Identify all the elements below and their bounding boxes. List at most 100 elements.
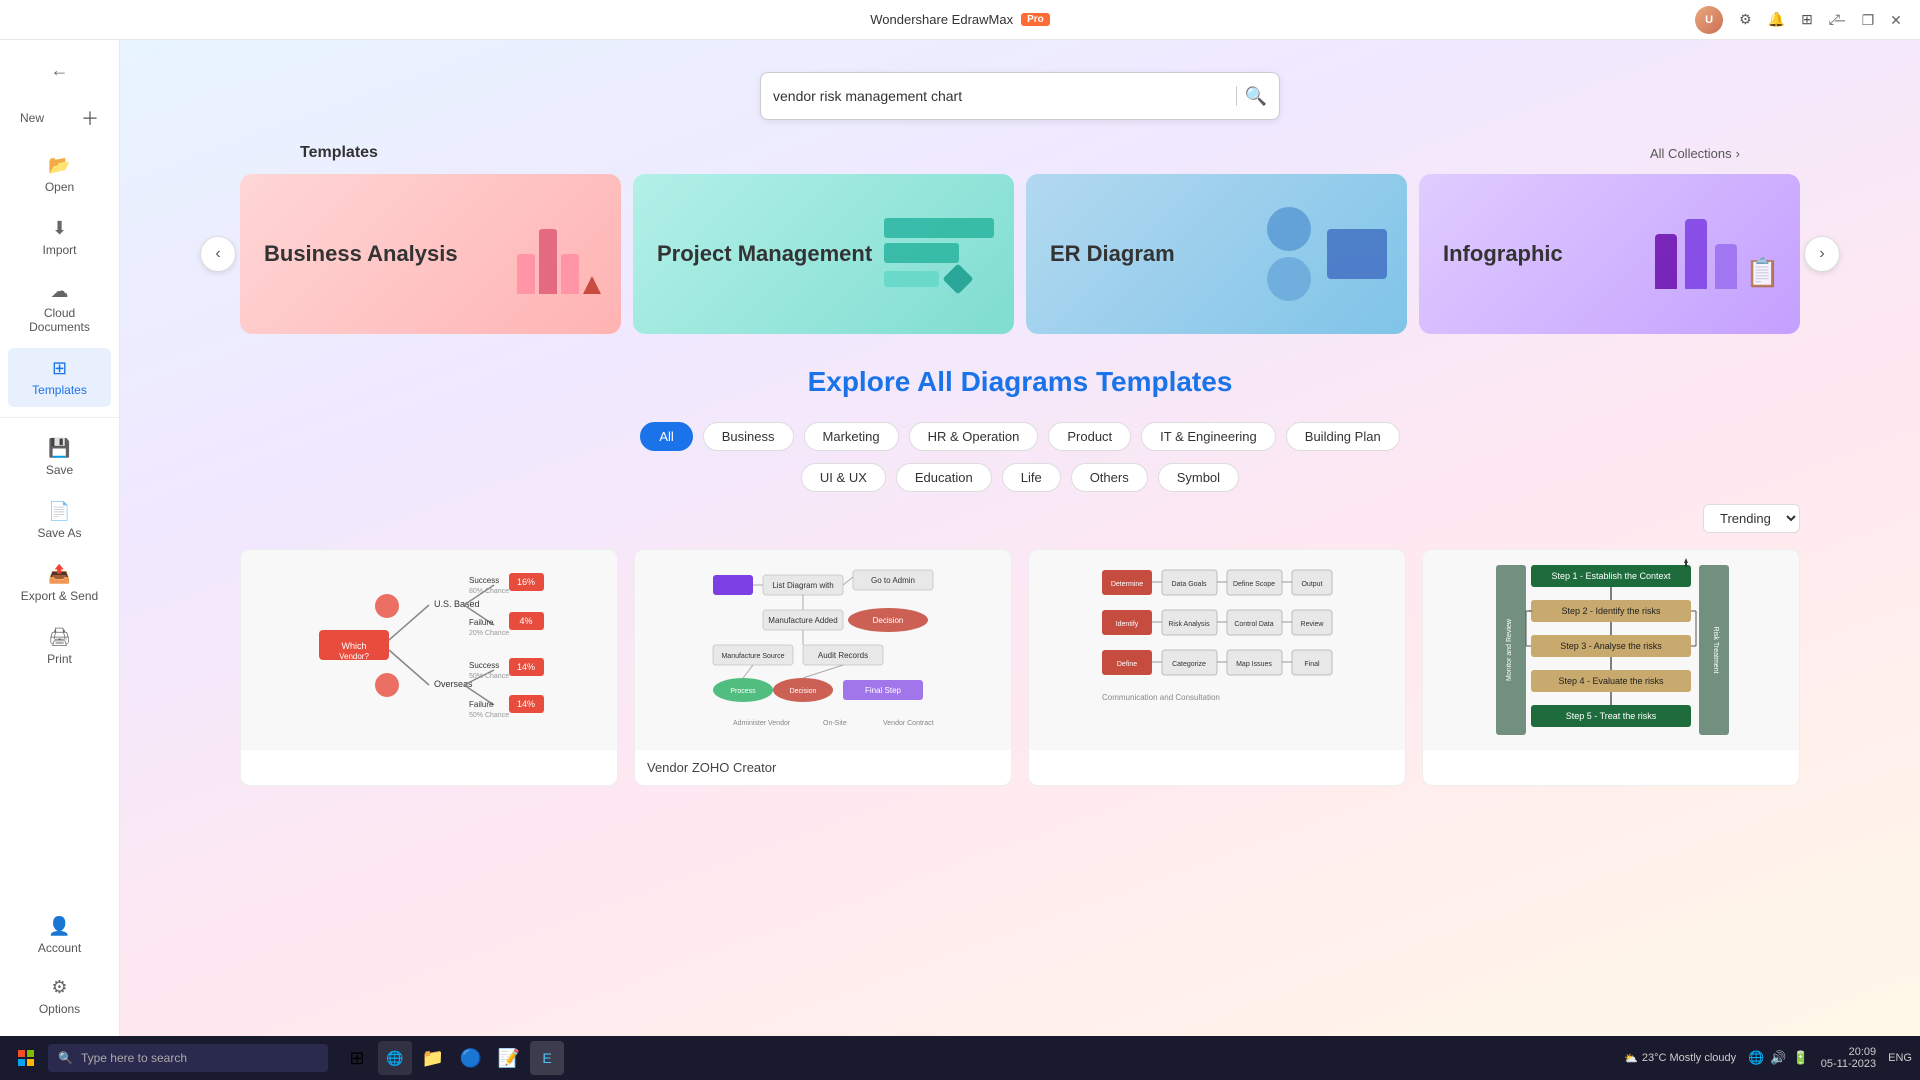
filter-chip-education[interactable]: Education: [896, 463, 992, 492]
grid-icon[interactable]: ⊞: [1801, 11, 1813, 28]
svg-text:50% Chance: 50% Chance: [469, 712, 509, 719]
open-label: Open: [45, 180, 74, 194]
template-card-img-1: Which Vendor? U.S. Based Success 80% Cha…: [241, 550, 617, 750]
title-bar-icons: U ⚙ 🔔 ⊞ ⤢: [1695, 6, 1840, 34]
bell-icon[interactable]: 🔔: [1768, 11, 1785, 28]
taskbar-lang: ENG: [1888, 1052, 1912, 1064]
sort-select[interactable]: Trending Newest Popular: [1703, 504, 1800, 533]
close-button[interactable]: ✕: [1888, 12, 1904, 28]
battery-icon[interactable]: 🔋: [1793, 1050, 1809, 1066]
filter-chip-uiux[interactable]: UI & UX: [801, 463, 886, 492]
filter-chip-life[interactable]: Life: [1002, 463, 1061, 492]
filter-chip-business[interactable]: Business: [703, 422, 794, 451]
flowchart-svg: List Diagram with Go to Admin Manufactur…: [703, 555, 943, 745]
window-controls: ─ ❐ ✕: [1832, 12, 1904, 28]
process-flow-svg: Determine Data Goals Define Scope Output…: [1097, 555, 1337, 745]
taskbar-search-box[interactable]: 🔍 Type here to search: [48, 1044, 328, 1072]
cloud-label: Cloud Documents: [16, 306, 103, 334]
sidebar-item-cloud[interactable]: ☁ Cloud Documents: [8, 271, 111, 344]
sidebar-item-templates[interactable]: ⊞ Templates: [8, 348, 111, 407]
svg-text:Map Issues: Map Issues: [1236, 661, 1272, 668]
er-diagram-icon: [1267, 207, 1387, 301]
svg-text:Audit Records: Audit Records: [818, 651, 868, 660]
svg-text:16%: 16%: [517, 577, 535, 587]
sidebar-item-account[interactable]: 👤 Account: [8, 906, 111, 965]
template-card-4[interactable]: Step 1 - Establish the Context Monitor a…: [1422, 549, 1800, 786]
taskbar-app-task-view[interactable]: ⊞: [340, 1041, 374, 1075]
user-avatar[interactable]: U: [1695, 6, 1723, 34]
svg-text:Success: Success: [469, 661, 499, 670]
filter-chip-others[interactable]: Others: [1071, 463, 1148, 492]
svg-text:50% Chance: 50% Chance: [469, 673, 509, 680]
sidebar-item-save-as[interactable]: 📄 Save As: [8, 491, 111, 550]
svg-text:Communication and Consultation: Communication and Consultation: [1102, 693, 1220, 702]
filter-chip-product[interactable]: Product: [1048, 422, 1131, 451]
network-icon[interactable]: 🌐: [1748, 1050, 1764, 1066]
template-card-label-4: [1423, 750, 1799, 770]
taskbar-right: ⛅ 23°C Mostly cloudy 🌐 🔊 🔋 20:09 05-11-2…: [1624, 1046, 1912, 1070]
carousel-card-infographic[interactable]: Infographic 📋: [1419, 174, 1800, 334]
sidebar-item-new[interactable]: New ＋: [8, 95, 111, 141]
save-as-icon: 📄: [48, 501, 70, 522]
carousel-card-er[interactable]: ER Diagram: [1026, 174, 1407, 334]
svg-text:Define: Define: [1117, 661, 1137, 668]
sidebar-item-export[interactable]: 📤 Export & Send: [8, 554, 111, 613]
svg-text:Administer Vendor: Administer Vendor: [733, 720, 791, 727]
template-card-2[interactable]: List Diagram with Go to Admin Manufactur…: [634, 549, 1012, 786]
filter-chip-all[interactable]: All: [640, 422, 692, 451]
template-card-1[interactable]: Which Vendor? U.S. Based Success 80% Cha…: [240, 549, 618, 786]
filter-chip-hr[interactable]: HR & Operation: [909, 422, 1039, 451]
svg-text:On-Site: On-Site: [823, 720, 847, 727]
maximize-button[interactable]: ❐: [1860, 12, 1876, 28]
filter-chip-building[interactable]: Building Plan: [1286, 422, 1400, 451]
carousel-next-button[interactable]: ›: [1804, 236, 1840, 272]
carousel-card-label-er: ER Diagram: [1050, 241, 1175, 267]
settings-icon[interactable]: ⚙: [1739, 11, 1752, 28]
search-input[interactable]: [773, 88, 1228, 104]
sidebar-bottom: 👤 Account ⚙ Options: [0, 904, 119, 1028]
svg-text:Review: Review: [1301, 621, 1325, 628]
taskbar: 🔍 Type here to search ⊞ 🌐 📁 🔵 📝 E ⛅ 23°C…: [0, 1036, 1920, 1080]
template-card-3[interactable]: Determine Data Goals Define Scope Output…: [1028, 549, 1406, 786]
weather-icon: ⛅: [1624, 1052, 1638, 1065]
search-button[interactable]: 🔍: [1245, 86, 1267, 107]
taskbar-app-files[interactable]: 📁: [416, 1041, 450, 1075]
windows-start-button[interactable]: [8, 1040, 44, 1076]
all-collections-link[interactable]: All Collections ›: [1650, 146, 1740, 161]
cloud-icon: ☁: [51, 281, 69, 302]
taskbar-app-edraw[interactable]: E: [530, 1041, 564, 1075]
template-card-label-2: Vendor ZOHO Creator: [635, 750, 1011, 785]
sidebar-item-import[interactable]: ⬇ Import: [8, 208, 111, 267]
taskbar-app-chrome[interactable]: 🌐: [378, 1041, 412, 1075]
templates-label: Templates: [32, 383, 87, 397]
carousel-card-label-business: Business Analysis: [264, 241, 458, 267]
carousel-card-project[interactable]: Project Management: [633, 174, 1014, 334]
svg-text:Final Step: Final Step: [865, 686, 902, 695]
sidebar-item-save[interactable]: 💾 Save: [8, 428, 111, 487]
filter-chip-it[interactable]: IT & Engineering: [1141, 422, 1276, 451]
svg-text:Categorize: Categorize: [1172, 661, 1206, 668]
sidebar-item-options[interactable]: ⚙ Options: [8, 967, 111, 1026]
filter-chip-marketing[interactable]: Marketing: [804, 422, 899, 451]
account-icon: 👤: [48, 916, 70, 937]
sidebar-back-button[interactable]: ←: [8, 50, 111, 91]
taskbar-search-text: Type here to search: [81, 1051, 187, 1065]
svg-text:Failure: Failure: [469, 700, 494, 709]
volume-icon[interactable]: 🔊: [1770, 1050, 1786, 1066]
sidebar-item-print[interactable]: 🖨 Print: [8, 617, 111, 676]
carousel-prev-button[interactable]: ‹: [200, 236, 236, 272]
taskbar-app-word[interactable]: 📝: [492, 1041, 526, 1075]
taskbar-app-edge[interactable]: 🔵: [454, 1041, 488, 1075]
svg-text:Step 3 - Analyse the risks: Step 3 - Analyse the risks: [1560, 641, 1662, 651]
carousel-card-business[interactable]: Business Analysis: [240, 174, 621, 334]
svg-text:Define Scope: Define Scope: [1233, 581, 1275, 588]
svg-text:Data Goals: Data Goals: [1171, 581, 1207, 588]
svg-text:Vendor?: Vendor?: [339, 652, 369, 661]
svg-text:Failure: Failure: [469, 618, 494, 627]
svg-text:Step 4 - Evaluate the risks: Step 4 - Evaluate the risks: [1558, 676, 1664, 686]
sidebar-item-open[interactable]: 📂 Open: [8, 145, 111, 204]
search-box: 🔍: [760, 72, 1280, 120]
filter-chip-symbol[interactable]: Symbol: [1158, 463, 1239, 492]
templates-icon: ⊞: [52, 358, 67, 379]
minimize-button[interactable]: ─: [1832, 12, 1848, 28]
